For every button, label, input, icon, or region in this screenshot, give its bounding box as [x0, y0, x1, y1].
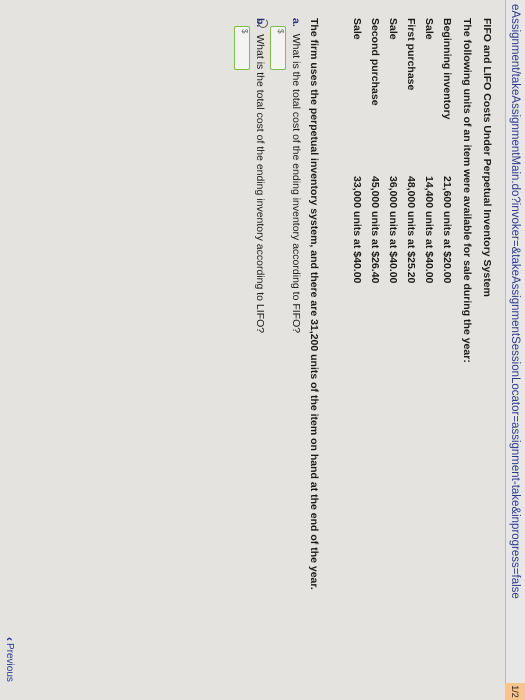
assignment-page: FIFO and LIFO Costs Under Perpetual Inve… — [0, 0, 504, 700]
question-text: What is the total cost of the ending inv… — [290, 33, 302, 334]
address-bar[interactable]: eAssignment/takeAssignmentMain.do?invoke… — [505, 0, 525, 700]
question-letter: b. — [254, 18, 266, 28]
previous-button[interactable]: ‹ Previous — [3, 637, 17, 682]
problem-statement: The firm uses the perpetual inventory sy… — [308, 18, 320, 590]
fifo-answer-input[interactable]: $ — [270, 26, 286, 70]
previous-label: Previous — [4, 643, 16, 682]
row-label: Sale — [423, 18, 435, 40]
row-value: 21,600 units at $20.00 — [441, 176, 453, 284]
row-label: Beginning inventory — [441, 18, 453, 120]
question-a: a. What is the total cost of the ending … — [290, 18, 302, 333]
problem-intro: The following units of an item were avai… — [461, 18, 473, 363]
row-value: 48,000 units at $25.20 — [405, 176, 417, 284]
currency-symbol: $ — [240, 29, 249, 34]
question-text: What is the total cost of the ending inv… — [254, 34, 266, 334]
row-value: 14,400 units at $40.00 — [423, 176, 435, 284]
row-label: Sale — [351, 18, 363, 40]
row-value: 45,000 units at $26.40 — [369, 176, 381, 284]
problem-title: FIFO and LIFO Costs Under Perpetual Inve… — [481, 18, 493, 297]
chevron-left-icon: ‹ — [3, 637, 17, 641]
lifo-answer-input[interactable]: $ — [234, 26, 250, 70]
address-url[interactable]: eAssignment/takeAssignmentMain.do?invoke… — [509, 4, 521, 599]
row-label: First purchase — [405, 18, 417, 91]
row-value: 36,000 units at $40.00 — [387, 176, 399, 284]
row-label: Second purchase — [369, 18, 381, 106]
tab-badge: 1/2 — [505, 683, 525, 700]
currency-symbol: $ — [276, 29, 285, 34]
row-label: Sale — [387, 18, 399, 40]
browser-window: eAssignment/takeAssignmentMain.do?invoke… — [0, 0, 525, 700]
row-value: 33,000 units at $40.00 — [351, 176, 363, 284]
question-b: b. What is the total cost of the ending … — [254, 18, 266, 333]
question-letter: a. — [290, 18, 302, 27]
